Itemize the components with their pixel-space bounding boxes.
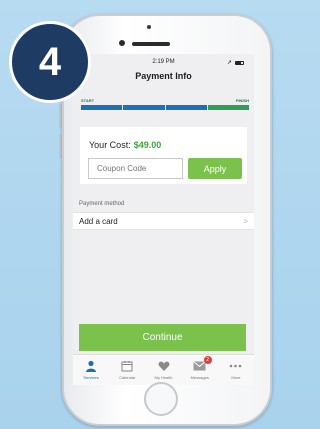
progress-track: [81, 105, 249, 110]
tab-label: Services: [83, 375, 99, 380]
home-button[interactable]: [144, 382, 178, 416]
phone-sensor: [147, 25, 151, 29]
phone-screen: 2:19 PM ➚ Payment Info START FINISH Your…: [73, 54, 254, 385]
tab-calendar[interactable]: Calendar: [109, 355, 145, 385]
chevron-right-icon: >: [243, 217, 248, 226]
tab-label: More: [231, 375, 241, 380]
progress-finish-label: FINISH: [235, 98, 249, 103]
apply-button[interactable]: Apply: [188, 158, 242, 179]
tab-messages[interactable]: 2 Messages: [182, 355, 218, 385]
page-title: Payment Info: [135, 71, 192, 81]
messages-badge: 2: [203, 356, 212, 364]
tab-label: My Health: [154, 375, 173, 380]
coupon-code-input[interactable]: [88, 158, 183, 179]
add-card-row[interactable]: Add a card >: [73, 212, 254, 230]
progress-segment: [123, 105, 165, 110]
phone-camera: [119, 40, 125, 46]
status-indicators: ➚: [227, 59, 244, 66]
step-number-badge: 4: [9, 21, 91, 103]
progress-segment: [81, 105, 123, 110]
status-time: 2:19 PM: [152, 59, 175, 65]
progress-segment: [207, 105, 249, 110]
progress-start-label: START: [81, 98, 95, 103]
location-icon: ➚: [226, 60, 232, 66]
continue-button[interactable]: Continue: [79, 324, 246, 351]
calendar-icon: [119, 359, 135, 373]
payment-method-label: Payment method: [79, 201, 125, 207]
person-icon: [83, 359, 99, 373]
phone-speaker: [132, 42, 170, 46]
add-card-label: Add a card: [79, 216, 118, 226]
tab-my-health[interactable]: My Health: [145, 355, 181, 385]
battery-icon: [235, 60, 244, 65]
tab-services[interactable]: Services: [73, 355, 109, 385]
cost-card: Your Cost:$49.00 Apply: [80, 127, 247, 184]
cost-line: Your Cost: $49.00: [89, 140, 161, 150]
more-dots-icon: [228, 359, 244, 373]
heart-icon: [156, 359, 172, 373]
cost-label: Your Cost:: [89, 140, 131, 150]
tab-label: Calendar: [119, 375, 136, 380]
tab-more[interactable]: More: [218, 355, 254, 385]
checkout-progress: START FINISH: [81, 98, 249, 110]
progress-segment: [165, 105, 207, 110]
cost-value: $49.00: [133, 140, 162, 150]
tab-label: Messages: [190, 375, 209, 380]
tab-bar: Services Calendar My Health 2 Messages M…: [73, 354, 254, 385]
